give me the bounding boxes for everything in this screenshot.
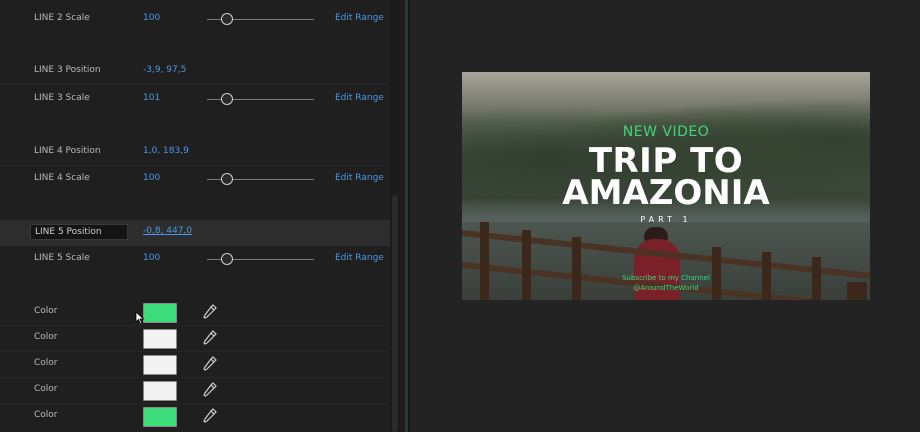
color-row: Color <box>0 378 390 404</box>
color-row: Color <box>0 404 390 430</box>
edit-range-link[interactable]: Edit Range <box>335 13 384 23</box>
color-row: Color <box>0 352 390 378</box>
channel-handle: @AroundTheWorld <box>633 284 699 292</box>
properties-scrollbar-thumb[interactable] <box>392 195 398 432</box>
eyedropper-icon[interactable] <box>203 330 217 346</box>
eyedropper-icon[interactable] <box>203 382 217 398</box>
property-row-line5-scale: LINE 5 Scale 100 Edit Range <box>0 247 390 273</box>
color-label: Color <box>34 384 58 394</box>
edit-range-link[interactable]: Edit Range <box>335 173 384 183</box>
title-line-2: AMAZONIA <box>562 173 770 213</box>
color-row: Color <box>0 300 390 326</box>
subscribe-text: Subscribe to my Channel <box>622 274 710 282</box>
property-label: LINE 3 Scale <box>34 93 90 103</box>
property-row-line4-position: LINE 4 Position 1,0, 183,9 <box>0 140 390 166</box>
property-value[interactable]: 100 <box>143 253 160 263</box>
property-value[interactable]: 100 <box>143 13 160 23</box>
scale-slider-knob[interactable] <box>221 253 233 265</box>
color-row: Color <box>0 326 390 352</box>
scale-slider-knob[interactable] <box>221 13 233 25</box>
property-label: LINE 4 Scale <box>34 173 90 183</box>
eyedropper-icon[interactable] <box>203 408 217 424</box>
edit-range-link[interactable]: Edit Range <box>335 93 384 103</box>
row-divider <box>0 84 390 85</box>
color-label: Color <box>34 306 58 316</box>
property-label: LINE 4 Position <box>34 146 101 156</box>
color-swatch[interactable] <box>143 407 177 427</box>
color-swatch[interactable] <box>143 329 177 349</box>
property-value[interactable]: 1,0, 183,9 <box>143 146 189 156</box>
property-label: LINE 3 Position <box>34 65 101 75</box>
mouse-cursor-icon <box>135 311 145 325</box>
new-video-text: NEW VIDEO <box>622 124 710 140</box>
property-value[interactable]: -0,8, 447,0 <box>143 226 192 236</box>
part-text: PART 1 <box>640 215 692 224</box>
property-row-line3-position: LINE 3 Position -3,9, 97,5 <box>0 59 390 85</box>
property-label: LINE 2 Scale <box>34 13 90 23</box>
property-row-line4-scale: LINE 4 Scale 100 Edit Range <box>0 167 390 193</box>
property-label: LINE 5 Scale <box>34 253 90 263</box>
property-value[interactable]: -3,9, 97,5 <box>143 65 186 75</box>
color-label: Color <box>34 410 58 420</box>
color-swatch[interactable] <box>143 381 177 401</box>
color-swatch[interactable] <box>143 355 177 375</box>
scale-slider-knob[interactable] <box>221 173 233 185</box>
property-label-editing[interactable]: LINE 5 Position <box>30 224 128 240</box>
eyedropper-icon[interactable] <box>203 356 217 372</box>
property-row-line5-position[interactable]: LINE 5 Position -0,8, 447,0 <box>0 220 390 246</box>
color-swatch[interactable] <box>143 303 177 323</box>
edit-range-link[interactable]: Edit Range <box>335 253 384 263</box>
color-label: Color <box>34 332 58 342</box>
property-value[interactable]: 100 <box>143 173 160 183</box>
property-value[interactable]: 101 <box>143 93 160 103</box>
color-label: Color <box>34 358 58 368</box>
property-row-line3-scale: LINE 3 Scale 101 Edit Range <box>0 87 390 113</box>
property-row-line2-scale: LINE 2 Scale 100 Edit Range <box>0 7 390 33</box>
scale-slider-knob[interactable] <box>221 93 233 105</box>
row-divider <box>0 165 390 166</box>
eyedropper-icon[interactable] <box>203 304 217 320</box>
